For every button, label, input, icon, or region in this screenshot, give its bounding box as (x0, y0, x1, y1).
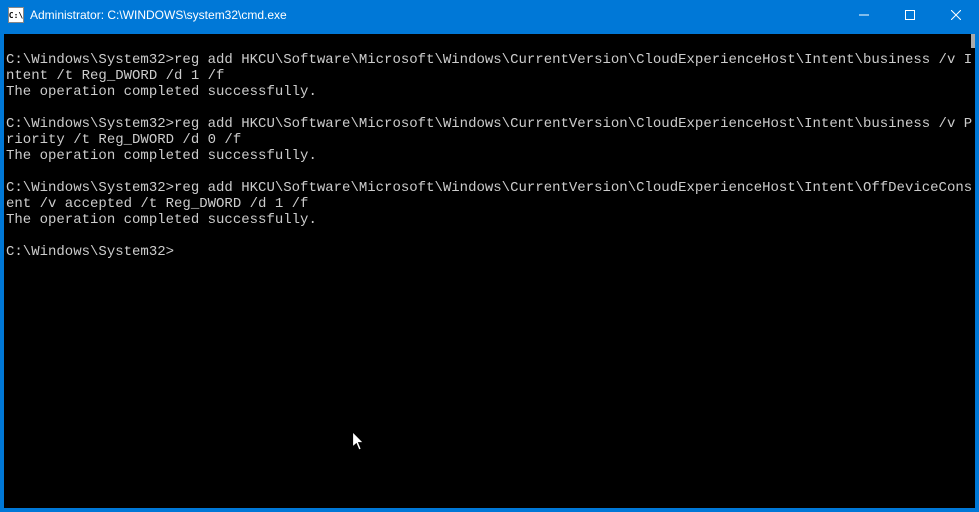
app-icon: C:\ (8, 7, 24, 23)
maximize-button[interactable] (887, 0, 933, 30)
terminal-wrapper: C:\Windows\System32>reg add HKCU\Softwar… (0, 30, 979, 512)
cmd-window: C:\ Administrator: C:\WINDOWS\system32\c… (0, 0, 979, 512)
window-controls (841, 0, 979, 30)
window-title: Administrator: C:\WINDOWS\system32\cmd.e… (30, 8, 841, 22)
minimize-icon (859, 10, 869, 20)
titlebar[interactable]: C:\ Administrator: C:\WINDOWS\system32\c… (0, 0, 979, 30)
maximize-icon (905, 10, 915, 20)
terminal-output[interactable]: C:\Windows\System32>reg add HKCU\Softwar… (4, 34, 975, 508)
scrollbar-thumb[interactable] (971, 34, 975, 48)
close-button[interactable] (933, 0, 979, 30)
minimize-button[interactable] (841, 0, 887, 30)
close-icon (951, 10, 961, 20)
